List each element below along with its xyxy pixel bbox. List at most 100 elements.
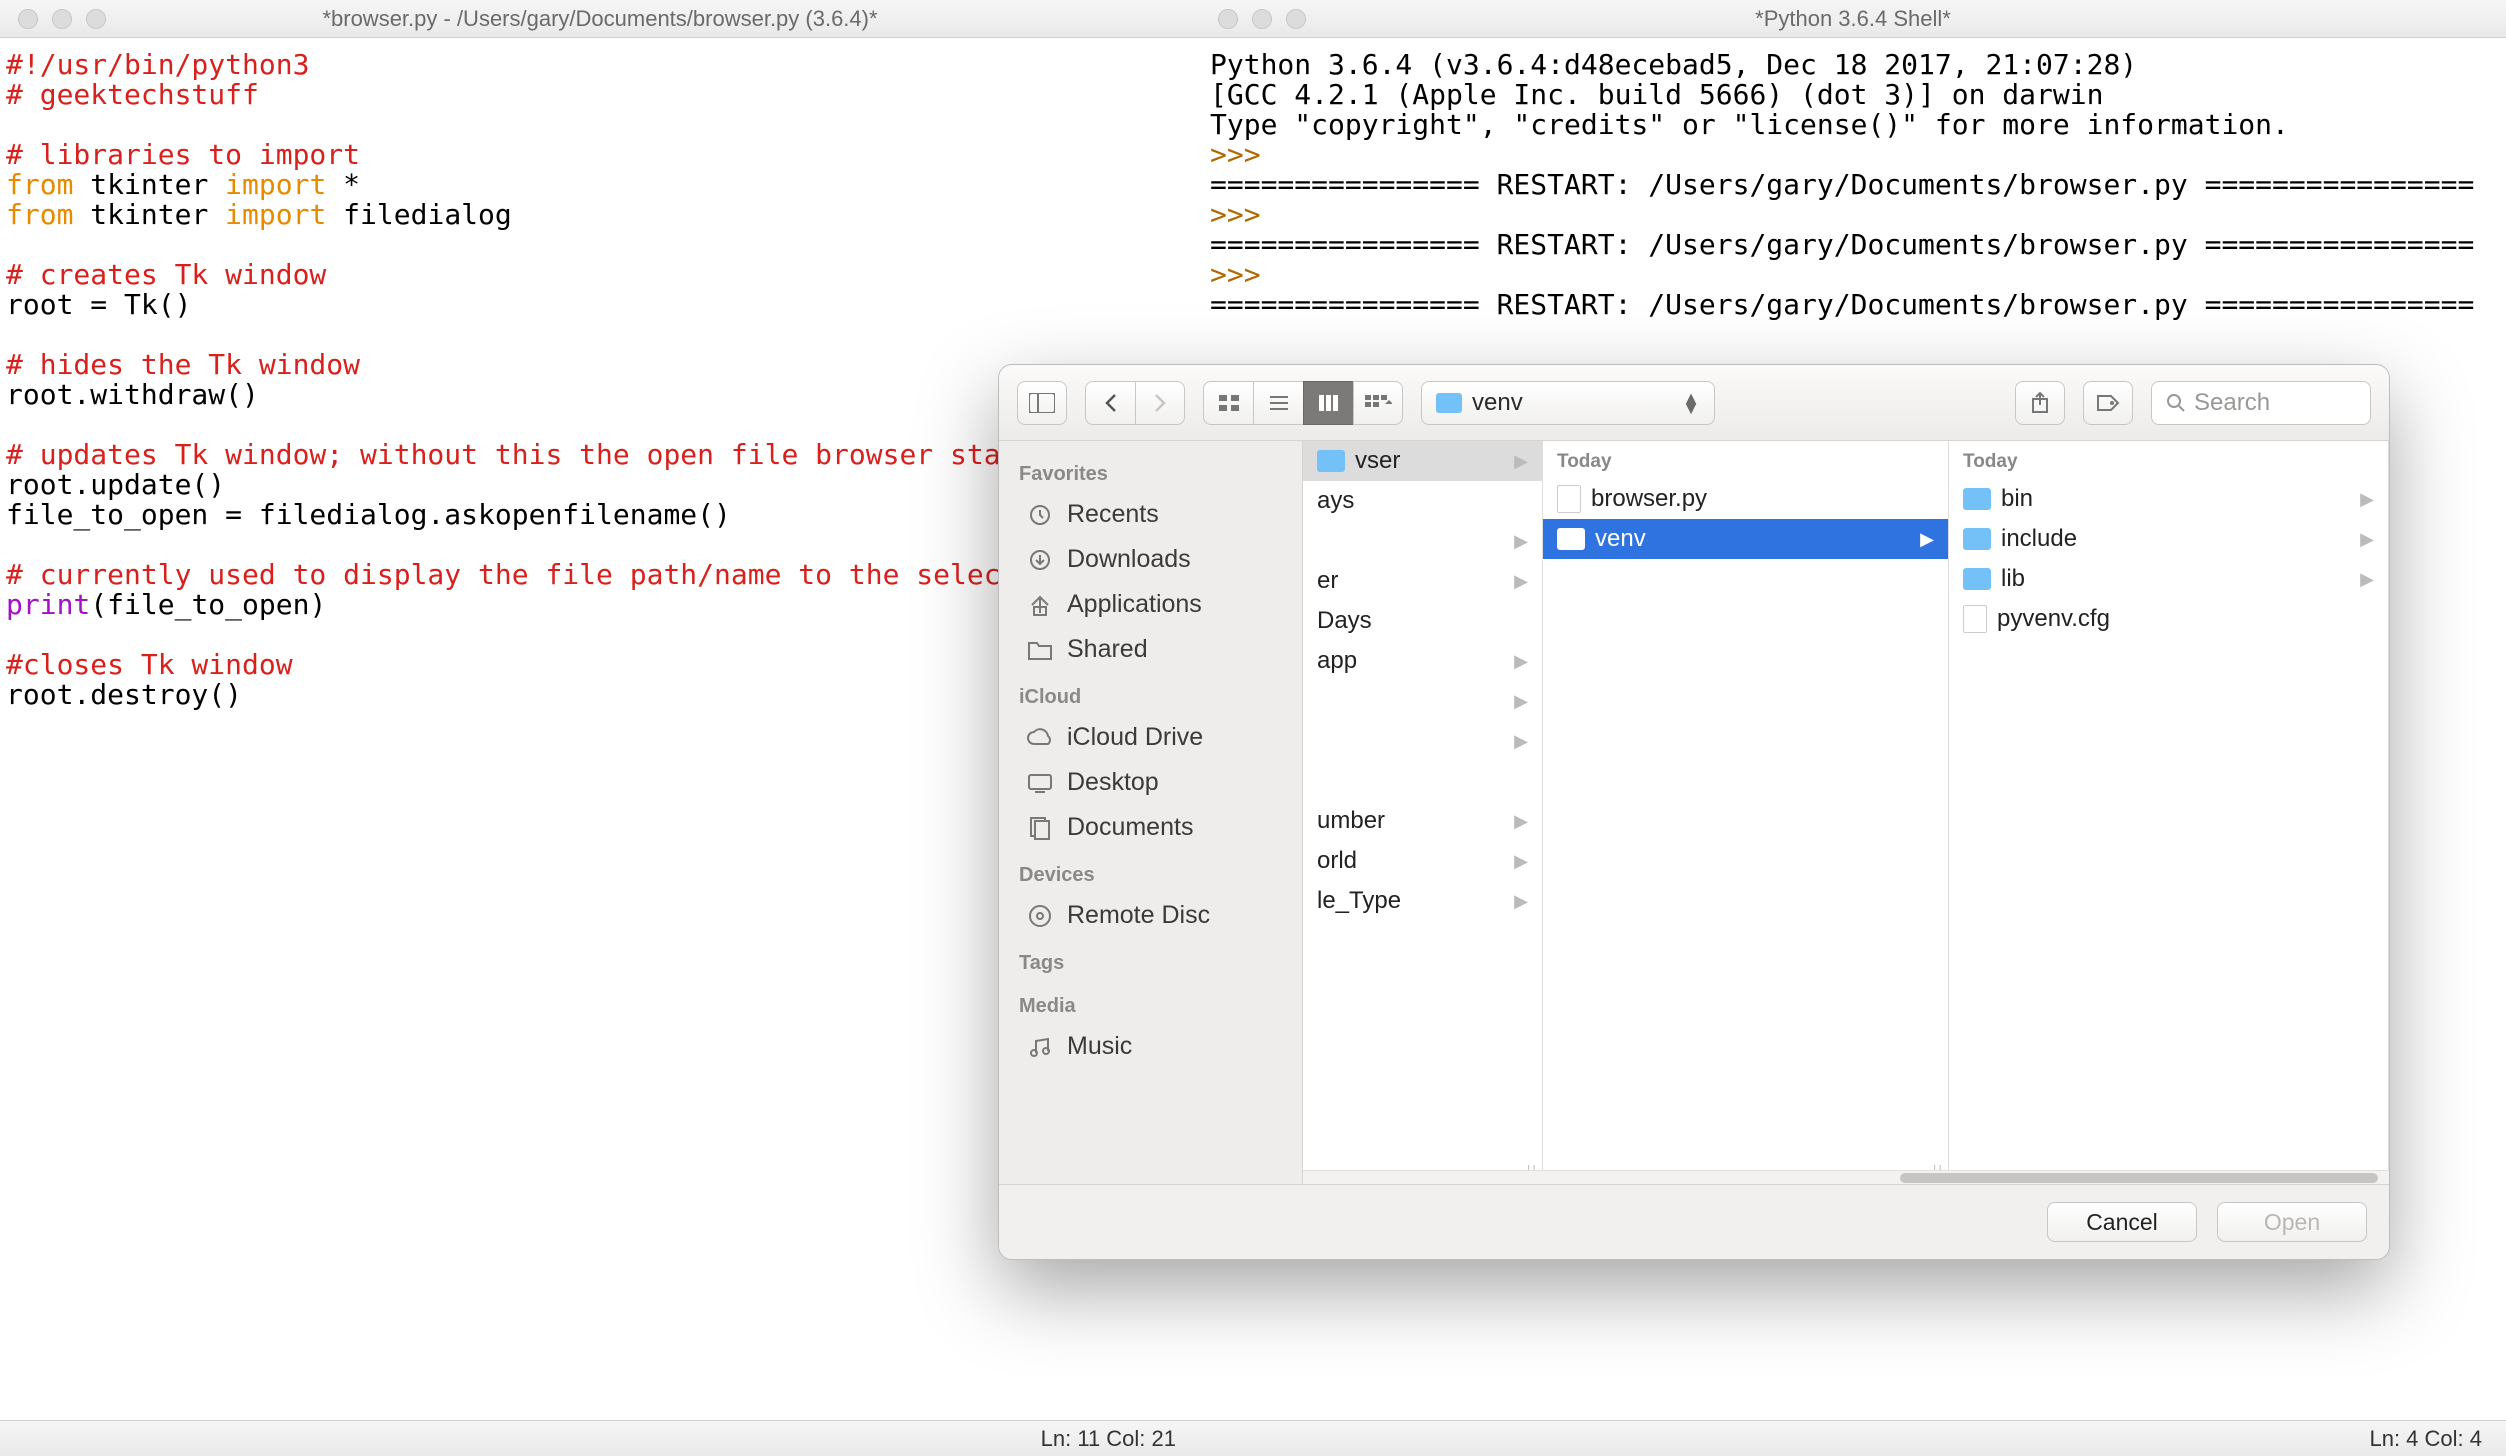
folder-icon [1317,450,1345,472]
sidebar-item-music[interactable]: Music [999,1024,1302,1069]
folder-icon [1963,488,1991,510]
back-button[interactable] [1085,381,1135,425]
column-2[interactable]: Today bin▶ include ▶ lib▶ pyvenv.cfg [1949,441,2389,1184]
sidebar-item-recents[interactable]: Recents [999,492,1302,537]
music-icon [1025,1035,1055,1059]
chevron-right-icon: ▶ [1920,529,1934,550]
item-label: lib [2001,565,2025,593]
sidebar-item-shared[interactable]: Shared [999,627,1302,672]
cloud-icon [1025,726,1055,750]
folder-icon [1963,568,1991,590]
list-item[interactable]: ▶ [1303,521,1542,561]
list-item[interactable]: Days [1303,601,1542,641]
sidebar-item-icloud-drive[interactable]: iCloud Drive [999,715,1302,760]
chevron-right-icon: ▶ [1514,731,1528,752]
desktop-icon [1025,771,1055,795]
chevron-right-icon: ▶ [1514,571,1528,592]
sidebar-heading: Media [999,981,1302,1024]
close-icon[interactable] [1218,9,1238,29]
minimize-icon[interactable] [52,9,72,29]
file-icon [1963,605,1987,633]
sidebar-heading: Tags [999,938,1302,981]
shell-titlebar: *Python 3.6.4 Shell* [1200,0,2506,38]
search-input[interactable]: Search [2151,381,2371,425]
list-item[interactable]: le_Type▶ [1303,881,1542,921]
sidebar-heading: Devices [999,850,1302,893]
sidebar-item-documents[interactable]: Documents [999,805,1302,850]
editor-statusbar: Ln: 11 Col: 21 [0,1420,1200,1456]
chevron-updown-icon: ▲▼ [1682,393,1700,413]
sidebar-toggle-button[interactable] [1017,381,1067,425]
list-item[interactable]: lib▶ [1949,559,2388,599]
column-1[interactable]: Today browser.pyvenv▶ || [1543,441,1949,1184]
chevron-right-icon: ▶ [1514,811,1528,832]
clock-icon [1025,503,1055,527]
shell-cursor-position: Ln: 4 Col: 4 [2369,1426,2482,1452]
dialog-footer: Cancel Open [999,1185,2389,1259]
dialog-toolbar: venv ▲▼ Search [999,365,2389,441]
cancel-button[interactable]: Cancel [2047,1202,2197,1242]
list-item[interactable]: venv▶ [1543,519,1948,559]
item-label: include [2001,525,2077,553]
zoom-icon[interactable] [86,9,106,29]
item-label: le_Type [1317,887,1401,915]
chevron-right-icon: ▶ [1514,531,1528,552]
icon-view-button[interactable] [1203,381,1253,425]
item-label: vser [1355,447,1400,475]
item-label: ays [1317,487,1354,515]
column-0[interactable]: vser▶ays▶er▶Daysapp▶▶▶umber▶orld▶le_Type… [1303,441,1543,1184]
horizontal-scrollbar[interactable] [1303,1170,2389,1184]
list-item[interactable]: app▶ [1303,641,1542,681]
close-icon[interactable] [18,9,38,29]
gallery-view-button[interactable] [1353,381,1403,425]
sidebar-item-applications[interactable]: Applications [999,582,1302,627]
chevron-right-icon: ▶ [2360,529,2374,550]
sidebar-heading: Favorites [999,449,1302,492]
sidebar-item-remote-disc[interactable]: Remote Disc [999,893,1302,938]
item-label: pyvenv.cfg [1997,605,2110,633]
forward-button[interactable] [1135,381,1185,425]
shell-statusbar: Ln: 4 Col: 4 [1200,1420,2506,1456]
list-item[interactable]: ▶ [1303,721,1542,761]
list-item[interactable]: umber▶ [1303,801,1542,841]
share-button[interactable] [2015,381,2065,425]
column-header: Today [1949,441,2388,479]
path-popup[interactable]: venv ▲▼ [1421,381,1715,425]
chevron-right-icon: ▶ [1514,691,1528,712]
path-label: venv [1472,389,1523,417]
sidebar-heading: iCloud [999,672,1302,715]
list-item[interactable]: pyvenv.cfg [1949,599,2388,639]
sidebar-item-label: Recents [1067,500,1159,529]
file-icon [1557,485,1581,513]
list-item[interactable] [1303,761,1542,801]
sidebar-item-desktop[interactable]: Desktop [999,760,1302,805]
zoom-icon[interactable] [1286,9,1306,29]
list-item[interactable]: browser.py [1543,479,1948,519]
list-item[interactable]: bin▶ [1949,479,2388,519]
sidebar-item-label: Shared [1067,635,1148,664]
sidebar-item-label: Music [1067,1032,1132,1061]
item-label: Days [1317,607,1372,635]
chevron-right-icon: ▶ [1514,651,1528,672]
list-view-button[interactable] [1253,381,1303,425]
list-item[interactable]: orld▶ [1303,841,1542,881]
view-mode-group [1203,381,1403,425]
sidebar[interactable]: Favorites Recents DownloadsApplications Sha… [999,441,1303,1184]
apps-icon [1025,593,1055,617]
search-placeholder: Search [2194,389,2270,417]
file-open-dialog: venv ▲▼ Search Favorites Recents Downloads… [998,364,2390,1260]
download-icon [1025,548,1055,572]
item-label: bin [2001,485,2033,513]
list-item[interactable]: er▶ [1303,561,1542,601]
tags-button[interactable] [2083,381,2133,425]
column-view-button[interactable] [1303,381,1353,425]
open-button[interactable]: Open [2217,1202,2367,1242]
list-item[interactable]: include ▶ [1949,519,2388,559]
shell-title: *Python 3.6.4 Shell* [1200,6,2506,32]
list-item[interactable]: ▶ [1303,681,1542,721]
list-item[interactable]: vser▶ [1303,441,1542,481]
minimize-icon[interactable] [1252,9,1272,29]
list-item[interactable]: ays [1303,481,1542,521]
sidebar-item-downloads[interactable]: Downloads [999,537,1302,582]
sidebar-item-label: Documents [1067,813,1193,842]
